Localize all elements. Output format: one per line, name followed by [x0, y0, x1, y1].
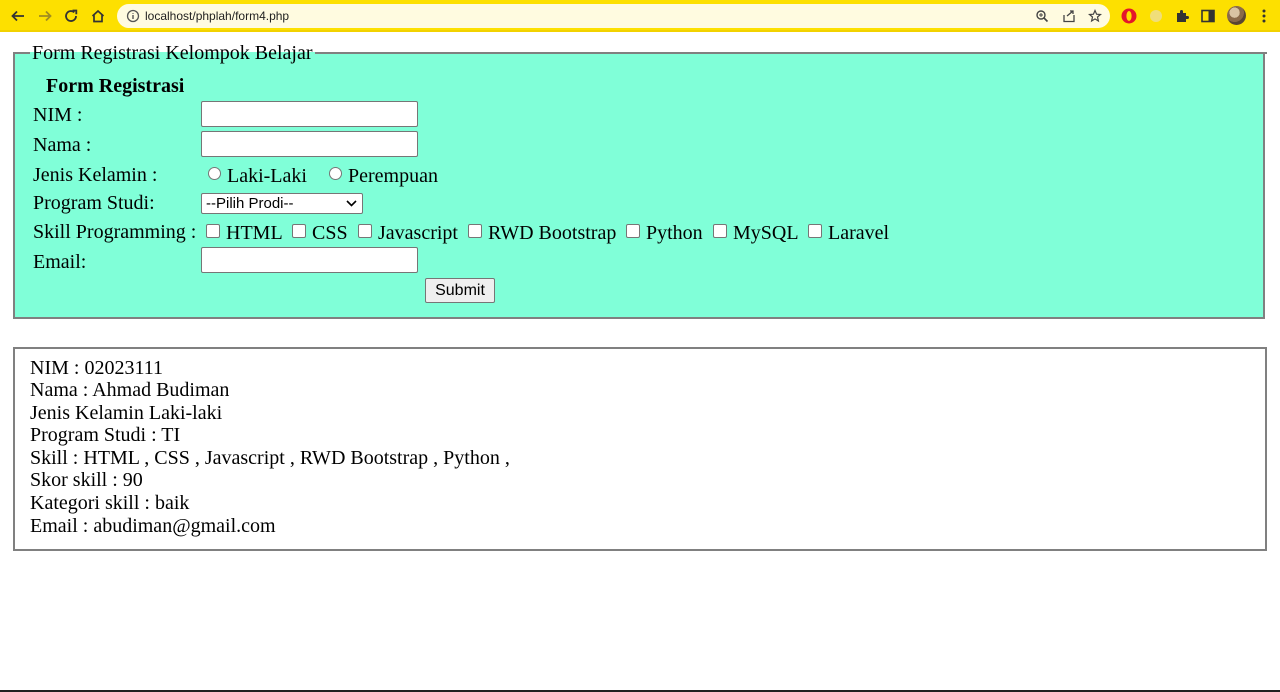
star-icon[interactable]	[1088, 9, 1102, 23]
skill-label: Skill Programming :	[33, 221, 197, 243]
skill-option-label: CSS	[312, 222, 348, 244]
toolbar-divider	[0, 30, 1280, 32]
reload-icon	[65, 9, 78, 22]
nama-label: Nama :	[33, 134, 92, 156]
skill-checkbox-css[interactable]	[292, 224, 306, 238]
prodi-select[interactable]: --Pilih Prodi--	[201, 193, 363, 214]
address-bar[interactable]: localhost/phplah/form4.php	[117, 4, 1110, 28]
result-skill: Skill : HTML , CSS , Javascript , RWD Bo…	[30, 447, 510, 469]
info-icon[interactable]	[126, 9, 140, 23]
opera-extension-icon[interactable]	[1121, 8, 1137, 24]
email-label: Email:	[33, 251, 87, 273]
chevron-down-icon	[346, 200, 357, 207]
home-button[interactable]	[88, 6, 108, 26]
nim-label: NIM :	[33, 104, 83, 126]
gender-radio-laki[interactable]	[208, 167, 221, 180]
gender-option-label: Laki-Laki	[227, 165, 307, 187]
result-nama: Nama : Ahmad Budiman	[30, 379, 230, 401]
result-nim: NIM : 02023111	[30, 357, 163, 379]
result-email: Email : abudiman@gmail.com	[30, 515, 276, 537]
skill-option-label: Laravel	[828, 222, 890, 244]
skill-checkbox-html[interactable]	[206, 224, 220, 238]
arrow-right-icon	[39, 10, 52, 22]
result-kategori: Kategori skill : baik	[30, 492, 190, 514]
skill-checkbox-mysql[interactable]	[713, 224, 727, 238]
prodi-label: Program Studi:	[33, 192, 155, 214]
fieldset-border	[13, 52, 30, 54]
gender-radio-perempuan[interactable]	[329, 167, 342, 180]
extension-icon[interactable]	[1148, 8, 1164, 24]
fieldset-border	[315, 52, 1267, 54]
reload-button[interactable]	[61, 6, 81, 26]
gender-label: Jenis Kelamin :	[33, 164, 158, 186]
home-icon	[91, 9, 105, 23]
nama-input[interactable]	[201, 131, 418, 157]
skill-checkbox-laravel[interactable]	[808, 224, 822, 238]
menu-icon[interactable]	[1256, 8, 1272, 24]
skill-checkbox-python[interactable]	[626, 224, 640, 238]
fieldset-legend: Form Registrasi Kelompok Belajar	[32, 42, 313, 64]
result-prodi: Program Studi : TI	[30, 424, 181, 446]
skill-checkbox-javascript[interactable]	[358, 224, 372, 238]
result-skor: Skor skill : 90	[30, 469, 143, 491]
skill-option-label: RWD Bootstrap	[488, 222, 617, 244]
submit-button[interactable]: Submit	[425, 278, 495, 303]
prodi-selected-value: --Pilih Prodi--	[206, 195, 294, 212]
skill-option-label: HTML	[226, 222, 283, 244]
skill-option-label: MySQL	[733, 222, 799, 244]
zoom-icon[interactable]	[1035, 9, 1049, 23]
result-gender: Jenis Kelamin Laki-laki	[30, 402, 223, 424]
back-button[interactable]	[8, 6, 28, 26]
nim-input[interactable]	[201, 101, 418, 127]
forward-button[interactable]	[35, 6, 55, 26]
gender-option-label: Perempuan	[348, 165, 438, 187]
side-panel-icon[interactable]	[1200, 8, 1216, 24]
skill-option-label: Javascript	[378, 222, 458, 244]
email-input[interactable]	[201, 247, 418, 273]
registration-fieldset	[13, 52, 1265, 319]
url-text: localhost/phplah/form4.php	[145, 9, 290, 23]
skill-option-label: Python	[646, 222, 703, 244]
skill-checkbox-rwd-bootstrap[interactable]	[468, 224, 482, 238]
puzzle-icon[interactable]	[1174, 8, 1190, 24]
form-title: Form Registrasi	[46, 75, 185, 97]
profile-avatar[interactable]	[1227, 6, 1246, 25]
arrow-left-icon	[11, 10, 24, 22]
share-icon[interactable]	[1062, 9, 1076, 23]
